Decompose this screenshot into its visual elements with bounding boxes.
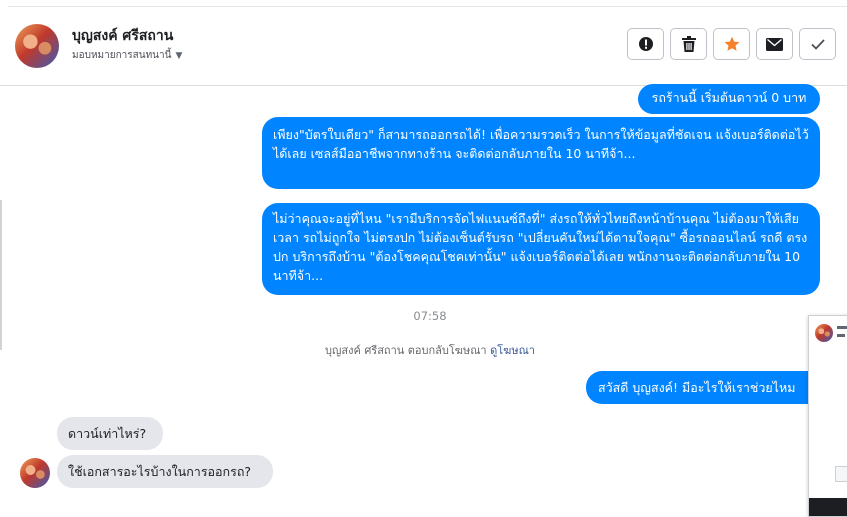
report-button[interactable] xyxy=(627,28,664,60)
contact-avatar-small[interactable] xyxy=(20,458,50,488)
incoming-message[interactable]: ดาวน์เท่าไหร่? xyxy=(57,417,163,450)
preview-text-line xyxy=(837,334,845,337)
chat-preview-panel[interactable] xyxy=(808,315,847,517)
star-icon xyxy=(724,36,739,51)
contact-name[interactable]: บุญสงค์ ศรีสถาน xyxy=(72,25,173,47)
left-scroll-rail[interactable] xyxy=(0,200,2,350)
contact-avatar[interactable] xyxy=(15,24,59,68)
preview-text-line xyxy=(837,326,847,329)
trash-icon xyxy=(681,36,696,52)
view-ad-link[interactable]: ดูโฆษณา xyxy=(490,344,535,357)
preview-avatar xyxy=(815,324,833,342)
ad-reply-text: บุญสงค์ ศรีสถาน ตอบกลับโฆษณา xyxy=(325,344,487,357)
incoming-message[interactable]: ใช้เอกสารอะไรบ้างในการออกรถ? xyxy=(57,455,273,488)
envelope-icon xyxy=(766,37,783,51)
exclamation-icon xyxy=(638,37,653,51)
preview-input-box xyxy=(835,466,847,482)
message-timestamp: 07:58 xyxy=(413,309,447,323)
outgoing-message[interactable]: สวัสดี บุญสงค์! มีอะไรให้เราช่วยไหม xyxy=(586,371,826,404)
mark-unread-button[interactable] xyxy=(756,28,793,60)
outgoing-message[interactable]: ไม่ว่าคุณจะอยู่ที่ไหน "เรามีบริการจัดไฟแ… xyxy=(262,203,820,295)
assign-conversation-dropdown[interactable]: มอบหมายการสนทนานี้ ▼ xyxy=(72,48,182,63)
star-button[interactable] xyxy=(713,28,750,60)
outgoing-message[interactable]: รถร้านนี้ เริ่มต้นดาวน์ 0 บาท xyxy=(638,84,820,114)
caret-down-icon: ▼ xyxy=(175,50,183,61)
outgoing-message[interactable]: เพียง"บัตรใบเดียว" ก็สามารถออกรถได้! เพื… xyxy=(262,117,820,189)
conversation-header: บุญสงค์ ศรีสถาน มอบหมายการสนทนานี้ ▼ xyxy=(0,7,847,86)
ad-reply-notice: บุญสงค์ ศรีสถาน ตอบกลับโฆษณา ดูโฆษณา xyxy=(0,341,847,359)
header-actions xyxy=(627,28,836,60)
delete-button[interactable] xyxy=(670,28,707,60)
mark-done-button[interactable] xyxy=(799,28,836,60)
check-icon xyxy=(810,38,825,50)
assign-label: มอบหมายการสนทนานี้ xyxy=(72,50,172,61)
preview-footer xyxy=(809,498,847,516)
